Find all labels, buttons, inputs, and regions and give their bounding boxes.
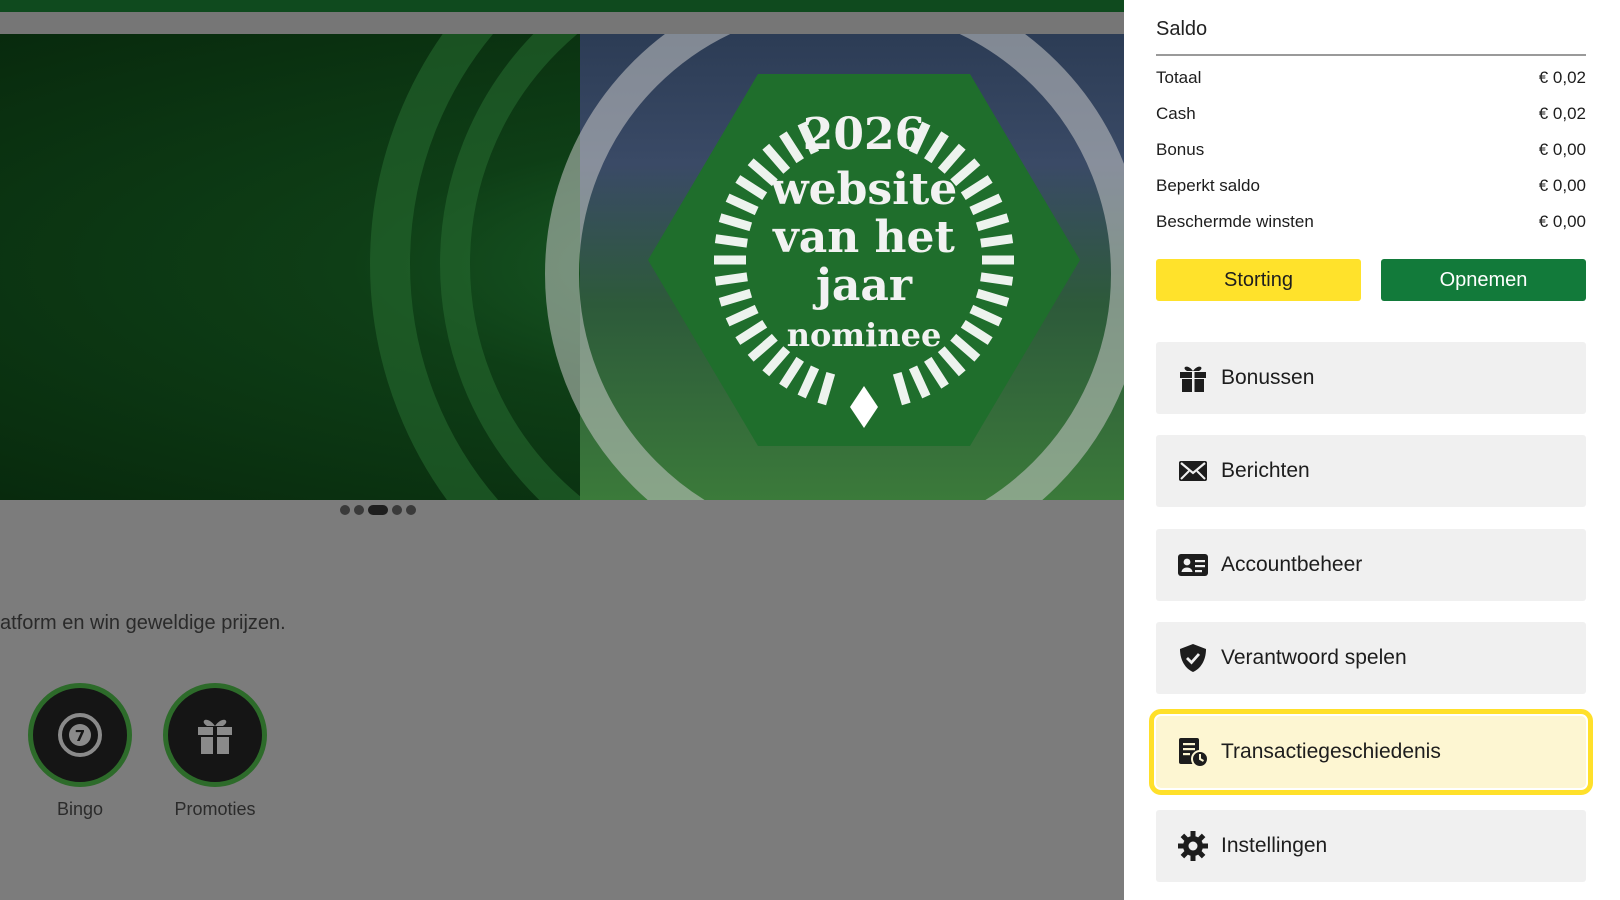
id-card-icon xyxy=(1176,548,1210,582)
balance-label: Cash xyxy=(1156,104,1196,123)
bingo-ball-icon: 7 xyxy=(58,713,102,757)
menu-item-verantwoord-spelen[interactable]: Verantwoord spelen xyxy=(1156,622,1586,694)
menu-item-label: Instellingen xyxy=(1221,834,1328,857)
carousel-dots[interactable] xyxy=(340,505,416,515)
carousel-dot[interactable] xyxy=(354,505,364,515)
carousel-dot[interactable] xyxy=(406,505,416,515)
carousel-dot[interactable] xyxy=(340,505,350,515)
balance-value: € 0,00 xyxy=(1538,212,1586,231)
bingo-circle[interactable]: 7 xyxy=(28,683,132,787)
balance-value: € 0,02 xyxy=(1538,104,1586,123)
gift-icon xyxy=(1176,361,1210,395)
badge-year: 2026 xyxy=(803,109,925,160)
menu-item-transactiegeschiedenis[interactable]: Transactiegeschiedenis xyxy=(1149,709,1593,795)
laurel-spoke xyxy=(980,272,1014,286)
menu-item-berichten[interactable]: Berichten xyxy=(1156,435,1586,507)
carousel-dot[interactable] xyxy=(368,505,388,515)
balance-value: € 0,00 xyxy=(1538,140,1586,159)
award-badge: 2026 website van het jaar nominee xyxy=(648,74,1080,446)
deposit-button[interactable]: Storting xyxy=(1156,259,1361,301)
balance-label: Beschermde winsten xyxy=(1156,212,1314,231)
balance-row-beschermde-winsten: Beschermde winsten € 0,00 xyxy=(1156,212,1586,232)
menu-item-label: Transactiegeschiedenis xyxy=(1221,740,1441,763)
menu-item-label: Verantwoord spelen xyxy=(1221,646,1407,669)
gear-icon xyxy=(1176,829,1210,863)
quick-link-promoties[interactable]: Promoties xyxy=(163,683,267,820)
quick-link-label: Bingo xyxy=(56,799,104,819)
promoties-circle[interactable] xyxy=(163,683,267,787)
balance-label: Bonus xyxy=(1156,140,1205,159)
laurel-spoke xyxy=(714,234,748,248)
menu-item-label: Bonussen xyxy=(1221,366,1315,389)
badge-line2: van het xyxy=(772,212,955,263)
balance-label: Totaal xyxy=(1156,68,1202,87)
tagline-text: atform en win geweldige prijzen. xyxy=(0,612,286,634)
menu-item-bonussen[interactable]: Bonussen xyxy=(1156,342,1586,414)
transaction-history-icon xyxy=(1176,735,1210,769)
svg-text:7: 7 xyxy=(75,727,85,745)
balance-label: Beperkt saldo xyxy=(1156,176,1260,195)
balance-row-cash: Cash € 0,02 xyxy=(1156,104,1586,124)
menu-item-label: Berichten xyxy=(1221,459,1310,482)
gift-icon xyxy=(198,719,232,754)
laurel-spoke xyxy=(980,234,1014,248)
background-page: 2026 website van het jaar nominee atform… xyxy=(0,0,1124,900)
top-header-bar xyxy=(0,0,1124,12)
laurel-spoke xyxy=(714,272,748,286)
balance-row-totaal: Totaal € 0,02 xyxy=(1156,68,1586,88)
shield-check-icon xyxy=(1176,641,1210,675)
menu-item-label: Accountbeheer xyxy=(1221,553,1363,576)
saldo-title: Saldo xyxy=(1156,18,1208,40)
account-panel: Saldo Totaal € 0,02 Cash € 0,02 Bonus € … xyxy=(1124,0,1620,900)
carousel-dot[interactable] xyxy=(392,505,402,515)
envelope-icon xyxy=(1176,454,1210,488)
promo-banner[interactable]: 2026 website van het jaar nominee xyxy=(0,34,1124,500)
quick-link-bingo[interactable]: 7 Bingo xyxy=(28,683,132,820)
header-gap xyxy=(0,12,1124,34)
menu-item-instellingen[interactable]: Instellingen xyxy=(1156,810,1586,882)
withdraw-button[interactable]: Opnemen xyxy=(1381,259,1586,301)
balance-value: € 0,00 xyxy=(1538,176,1586,195)
saldo-divider xyxy=(1156,54,1586,56)
badge-line1: website xyxy=(770,164,957,215)
balance-row-bonus: Bonus € 0,00 xyxy=(1156,140,1586,160)
balance-value: € 0,02 xyxy=(1538,68,1586,87)
balance-row-beperkt-saldo: Beperkt saldo € 0,00 xyxy=(1156,176,1586,196)
badge-line4: nominee xyxy=(787,316,942,354)
badge-line3: jaar xyxy=(812,260,913,311)
quick-link-label: Promoties xyxy=(174,799,256,819)
menu-item-accountbeheer[interactable]: Accountbeheer xyxy=(1156,529,1586,601)
